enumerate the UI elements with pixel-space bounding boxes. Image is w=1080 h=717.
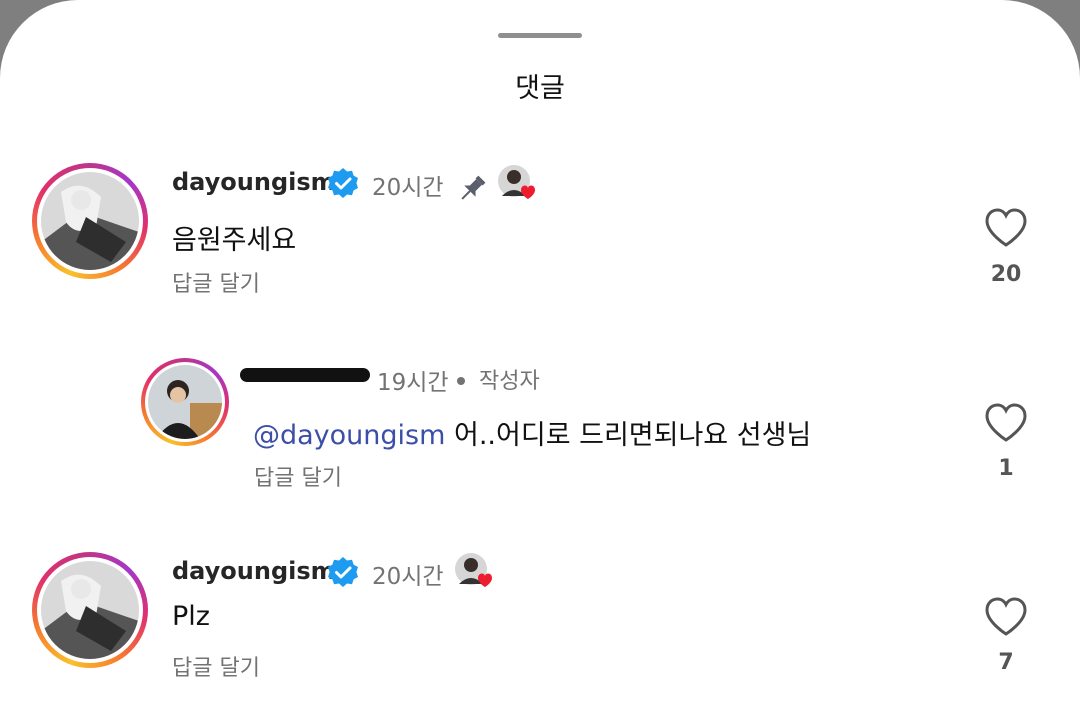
avatar[interactable] — [141, 358, 229, 446]
mention-link[interactable]: @dayoungism — [253, 420, 445, 451]
avatar-photo — [148, 365, 222, 439]
like-count: 20 — [990, 262, 1022, 287]
avatar-photo — [41, 172, 139, 270]
reply-button[interactable]: 답글 달기 — [254, 460, 342, 492]
separator-dot — [457, 377, 465, 385]
comment-text: @dayoungism 어..어디로 드리면되나요 선생님 — [253, 420, 812, 451]
comment-time: 20시간 — [372, 564, 444, 590]
redacted-username — [240, 368, 370, 382]
reply-button[interactable]: 답글 달기 — [172, 266, 260, 298]
verified-badge-icon — [328, 557, 358, 587]
verified-badge-icon — [328, 168, 358, 198]
like-count: 7 — [998, 650, 1014, 675]
avatar-photo — [41, 561, 139, 659]
username[interactable]: dayoungism — [172, 168, 336, 196]
comment-time: 20시간 — [372, 175, 444, 201]
avatar[interactable] — [32, 552, 148, 668]
reply-button[interactable]: 답글 달기 — [172, 650, 260, 682]
comment-time: 19시간 — [377, 370, 449, 396]
comments-sheet: 댓글 dayoungism 20시간 음원주세요 답글 달기 20 19시간 작… — [0, 0, 1080, 717]
heart-icon[interactable] — [976, 595, 1036, 639]
author-liked-heart-icon — [455, 553, 492, 587]
author-tag: 작성자 — [479, 369, 540, 394]
like-count: 1 — [998, 456, 1014, 481]
heart-icon[interactable] — [976, 401, 1036, 445]
heart-icon[interactable] — [976, 206, 1036, 250]
author-liked-heart-icon — [498, 165, 535, 199]
pin-icon — [461, 175, 486, 200]
drag-handle[interactable] — [498, 33, 582, 38]
avatar[interactable] — [32, 163, 148, 279]
sheet-title: 댓글 — [515, 73, 565, 104]
username[interactable]: dayoungism — [172, 557, 336, 585]
comment-text: Plz — [172, 601, 210, 632]
comment-text: 음원주세요 — [172, 225, 297, 256]
